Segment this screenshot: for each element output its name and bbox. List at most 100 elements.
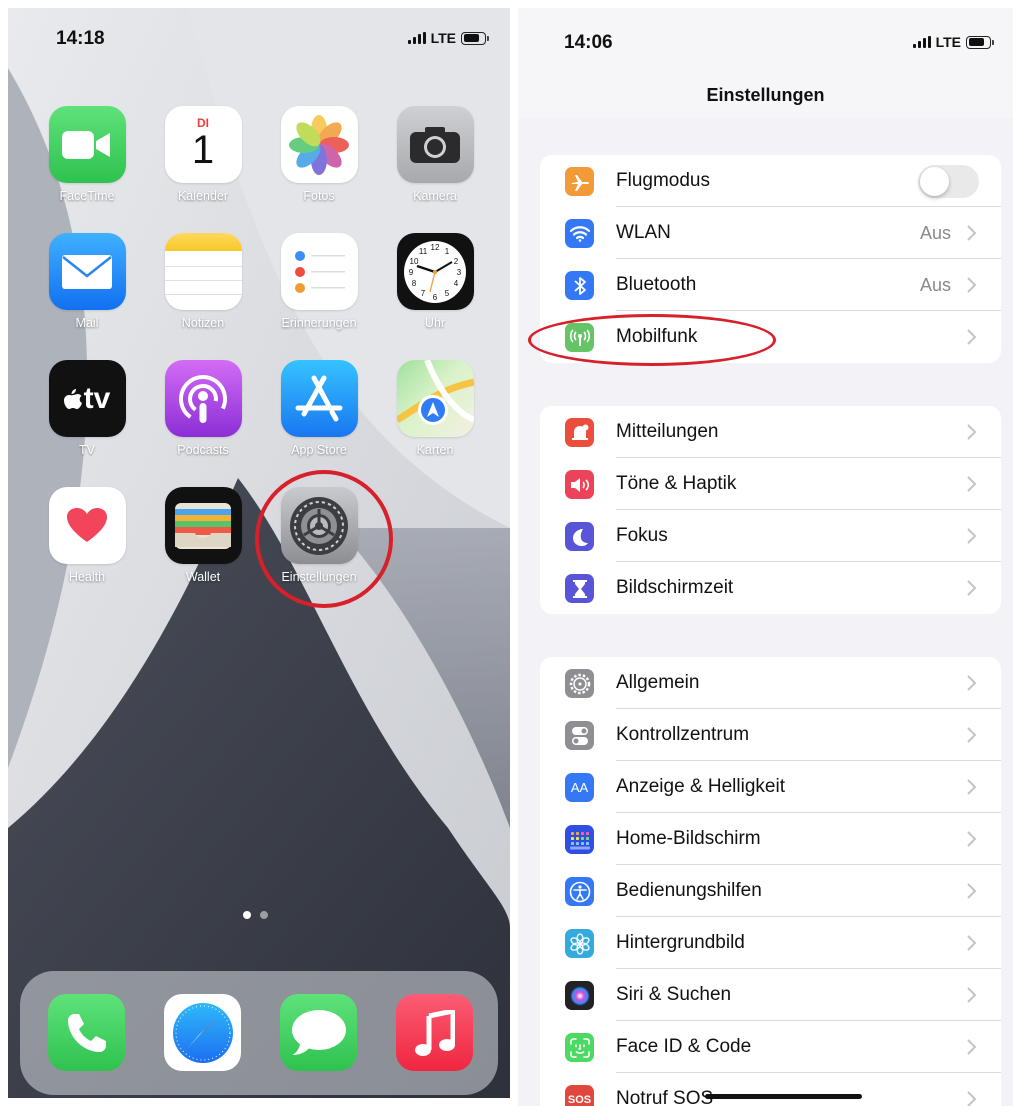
settings-row-bluetooth[interactable]: Bluetooth Aus bbox=[540, 259, 1001, 311]
row-label: Bildschirmzeit bbox=[616, 577, 734, 598]
app-label: Karten bbox=[416, 443, 454, 457]
settings-row-bildschirmzeit[interactable]: Bildschirmzeit bbox=[540, 562, 1001, 614]
row-label: Home-Bildschirm bbox=[616, 828, 761, 849]
page-dot-active bbox=[243, 911, 251, 919]
home-indicator[interactable] bbox=[705, 1094, 862, 1099]
chevron-right-icon bbox=[967, 779, 977, 795]
app-health[interactable]: Health bbox=[35, 487, 139, 584]
chevron-right-icon bbox=[967, 528, 977, 544]
chevron-right-icon bbox=[967, 935, 977, 951]
app-label: Fotos bbox=[303, 189, 335, 203]
status-bar: 14:18 LTE bbox=[8, 8, 510, 64]
camera-icon bbox=[396, 106, 474, 183]
app-karten[interactable]: Karten bbox=[383, 360, 487, 457]
app-wallet[interactable]: Wallet bbox=[151, 487, 255, 584]
row-label: Siri & Suchen bbox=[616, 984, 732, 1005]
tv-icon-text: tv bbox=[83, 381, 111, 415]
text-size-icon-text: AA bbox=[570, 780, 589, 795]
messages-icon[interactable] bbox=[280, 994, 357, 1071]
app-erinnerungen[interactable]: Erinnerungen bbox=[267, 233, 371, 330]
svg-text:8: 8 bbox=[412, 279, 417, 288]
app-kalender[interactable]: DI 1 Kalender bbox=[151, 106, 255, 203]
highlight-ring-mobilfunk bbox=[528, 314, 776, 366]
sos-icon: SOS bbox=[565, 1085, 594, 1106]
app-label: Notizen bbox=[181, 316, 225, 330]
app-label: Kamera bbox=[413, 189, 457, 203]
app-fotos[interactable]: Fotos bbox=[267, 106, 371, 203]
app-label: FaceTime bbox=[59, 189, 115, 203]
chevron-right-icon bbox=[967, 225, 977, 241]
signal-icon bbox=[407, 32, 426, 44]
settings-row-notruf-sos[interactable]: SOS Notruf SOS bbox=[540, 1073, 1001, 1106]
highlight-ring-settings bbox=[255, 470, 393, 608]
chevron-right-icon bbox=[967, 727, 977, 743]
row-label: Hintergrundbild bbox=[616, 932, 745, 953]
app-kamera[interactable]: Kamera bbox=[383, 106, 487, 203]
row-label: Anzeige & Helligkeit bbox=[616, 776, 785, 797]
app-tv[interactable]: tv TV bbox=[35, 360, 139, 457]
settings-row-fokus[interactable]: Fokus bbox=[540, 510, 1001, 562]
svg-text:2: 2 bbox=[454, 257, 459, 266]
app-podcasts[interactable]: Podcasts bbox=[151, 360, 255, 457]
app-label: App Store bbox=[291, 443, 347, 457]
sos-icon-text: SOS bbox=[567, 1093, 592, 1106]
airplane-mode-toggle[interactable] bbox=[918, 165, 979, 198]
app-label: Wallet bbox=[185, 570, 221, 584]
settings-row-allgemein[interactable]: Allgemein bbox=[540, 657, 1001, 709]
music-icon[interactable] bbox=[396, 994, 473, 1071]
hourglass-icon bbox=[565, 574, 594, 603]
chevron-right-icon bbox=[967, 883, 977, 899]
dock bbox=[20, 971, 498, 1095]
svg-text:9: 9 bbox=[409, 268, 414, 277]
settings-row-face-id-code[interactable]: Face ID & Code bbox=[540, 1021, 1001, 1073]
chevron-right-icon bbox=[967, 675, 977, 691]
calendar-icon: DI 1 bbox=[164, 106, 242, 183]
app-facetime[interactable]: FaceTime bbox=[35, 106, 139, 203]
app-app-store[interactable]: App Store bbox=[267, 360, 371, 457]
svg-text:7: 7 bbox=[421, 289, 426, 298]
podcasts-icon bbox=[164, 360, 242, 437]
settings-row-bedienungshilfen[interactable]: Bedienungshilfen bbox=[540, 865, 1001, 917]
signal-icon bbox=[912, 36, 931, 48]
chevron-right-icon bbox=[967, 580, 977, 596]
moon-icon bbox=[565, 522, 594, 551]
phone-icon[interactable] bbox=[48, 994, 125, 1071]
settings-row-toene-haptik[interactable]: Töne & Haptik bbox=[540, 458, 1001, 510]
settings-row-anzeige-helligkeit[interactable]: AA Anzeige & Helligkeit bbox=[540, 761, 1001, 813]
app-mail[interactable]: Mail bbox=[35, 233, 139, 330]
app-store-icon bbox=[280, 360, 358, 437]
row-label: Notruf SOS bbox=[616, 1088, 714, 1106]
reminders-icon bbox=[280, 233, 358, 310]
chevron-right-icon bbox=[967, 987, 977, 1003]
settings-row-wlan[interactable]: WLAN Aus bbox=[540, 207, 1001, 259]
text-size-icon: AA bbox=[565, 773, 594, 802]
app-label: Uhr bbox=[424, 316, 446, 330]
wifi-icon bbox=[565, 219, 594, 248]
app-uhr[interactable]: 12 1 2 3 4567 8 9 10 11 Uhr bbox=[383, 233, 487, 330]
flower-icon bbox=[565, 929, 594, 958]
svg-text:10: 10 bbox=[410, 257, 419, 266]
speaker-icon bbox=[565, 470, 594, 499]
switches-icon bbox=[565, 721, 594, 750]
bluetooth-icon bbox=[565, 271, 594, 300]
settings-row-hintergrundbild[interactable]: Hintergrundbild bbox=[540, 917, 1001, 969]
settings-group-notifications: Mitteilungen Töne & Haptik Fokus Bildsch… bbox=[540, 406, 1001, 614]
chevron-right-icon bbox=[967, 831, 977, 847]
row-label: Kontrollzentrum bbox=[616, 724, 750, 745]
app-notizen[interactable]: Notizen bbox=[151, 233, 255, 330]
safari-icon[interactable] bbox=[164, 994, 241, 1071]
settings-row-flugmodus[interactable]: Flugmodus bbox=[540, 155, 1001, 207]
clock-icon: 12 1 2 3 4567 8 9 10 11 bbox=[396, 233, 474, 310]
row-label: Mitteilungen bbox=[616, 421, 719, 442]
status-time: 14:18 bbox=[56, 28, 105, 49]
settings-row-home-bildschirm[interactable]: Home-Bildschirm bbox=[540, 813, 1001, 865]
settings-row-siri-suchen[interactable]: Siri & Suchen bbox=[540, 969, 1001, 1021]
page-dot bbox=[260, 911, 268, 919]
notes-icon bbox=[164, 233, 242, 310]
settings-row-kontrollzentrum[interactable]: Kontrollzentrum bbox=[540, 709, 1001, 761]
home-screen: 14:18 LTE FaceTime DI 1 Kalender Fotos K… bbox=[8, 8, 510, 1098]
svg-text:5: 5 bbox=[445, 289, 450, 298]
page-indicator[interactable] bbox=[243, 911, 268, 919]
settings-row-mitteilungen[interactable]: Mitteilungen bbox=[540, 406, 1001, 458]
airplane-icon bbox=[565, 167, 594, 196]
